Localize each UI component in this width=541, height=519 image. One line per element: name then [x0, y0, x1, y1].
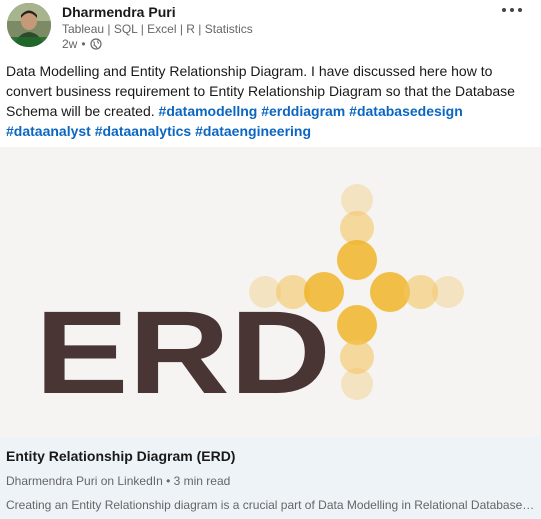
- post-meta: 2w •: [62, 37, 102, 51]
- article-cover-image[interactable]: ERD: [0, 147, 541, 437]
- hashtag-link[interactable]: #databasedesign: [349, 103, 463, 119]
- article-source: Dharmendra Puri on LinkedIn • 3 min read: [6, 474, 231, 488]
- article-title[interactable]: Entity Relationship Diagram (ERD): [6, 448, 235, 464]
- post-text: Data Modelling and Entity Relationship D…: [6, 61, 526, 141]
- post-header: Dharmendra Puri Tableau | SQL | Excel | …: [0, 0, 541, 60]
- post-age: 2w: [62, 37, 78, 51]
- article-snippet: Creating an Entity Relationship diagram …: [6, 498, 534, 512]
- separator-dot: •: [81, 37, 86, 51]
- hashtag-link[interactable]: #datamodellng: [159, 103, 258, 119]
- author-headline: Tableau | SQL | Excel | R | Statistics: [62, 22, 253, 36]
- erd-logo: ERD: [0, 147, 541, 437]
- hashtag-link[interactable]: #dataengineering: [195, 123, 311, 139]
- globe-icon: [89, 38, 102, 50]
- author-name[interactable]: Dharmendra Puri: [62, 4, 176, 20]
- hashtag-link[interactable]: #dataanalyst: [6, 123, 91, 139]
- more-options-icon[interactable]: [497, 2, 527, 18]
- erd-logo-text: ERD: [35, 287, 331, 419]
- hashtag-link[interactable]: #erddiagram: [261, 103, 345, 119]
- author-avatar[interactable]: [7, 3, 51, 47]
- hashtag-link[interactable]: #dataanalytics: [95, 123, 192, 139]
- article-link-card[interactable]: Entity Relationship Diagram (ERD) Dharme…: [0, 437, 541, 519]
